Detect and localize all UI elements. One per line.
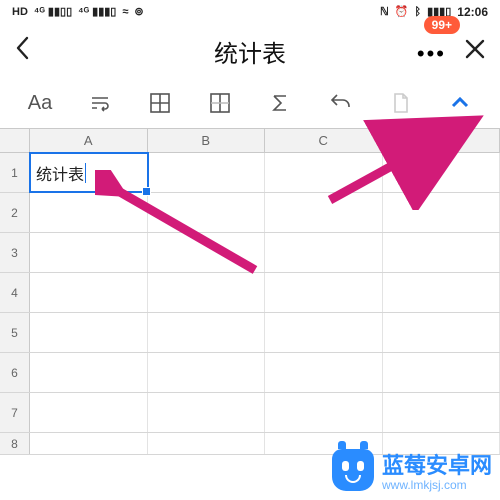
row-header-4[interactable]: 4 <box>0 273 30 312</box>
insert-object-button[interactable] <box>380 85 420 121</box>
column-header-c[interactable]: C <box>265 129 383 152</box>
text-cursor <box>85 163 86 183</box>
borders-all-button[interactable] <box>140 85 180 121</box>
row-header-5[interactable]: 5 <box>0 313 30 352</box>
cell-b1[interactable] <box>148 153 266 192</box>
cell-a4[interactable] <box>30 273 148 312</box>
row-header-3[interactable]: 3 <box>0 233 30 272</box>
watermark-mascot-icon <box>332 449 374 491</box>
cell-d3[interactable] <box>383 233 500 272</box>
signal-2-icon: ⁴ᴳ ▮▮▮▯ <box>78 7 116 18</box>
spreadsheet-grid[interactable]: A B C D 1 统计表 2 3 4 5 6 7 8 <box>0 128 500 455</box>
column-header-a[interactable]: A <box>30 129 148 152</box>
more-menu-button[interactable]: ••• <box>417 37 446 65</box>
wifi-icon: ≈ <box>122 7 128 18</box>
select-all-corner[interactable] <box>0 129 30 152</box>
signal-1-icon: ⁴ᴳ ▮▮▯▯ <box>34 7 72 18</box>
cell-a7[interactable] <box>30 393 148 432</box>
borders-outer-button[interactable] <box>200 85 240 121</box>
column-header-d[interactable]: D <box>383 129 500 152</box>
format-toolbar: Aa <box>0 78 500 128</box>
column-header-b[interactable]: B <box>148 129 266 152</box>
row-header-6[interactable]: 6 <box>0 353 30 392</box>
wrap-text-button[interactable] <box>80 85 120 121</box>
row-header-2[interactable]: 2 <box>0 193 30 232</box>
alarm-icon: ⏰ <box>395 7 409 18</box>
cell-c1[interactable] <box>265 153 383 192</box>
document-title: 统计表 <box>214 34 286 69</box>
cell-c5[interactable] <box>265 313 383 352</box>
clock: 12:06 <box>457 5 488 19</box>
cell-b3[interactable] <box>148 233 266 272</box>
cell-a1-value: 统计表 <box>36 161 84 185</box>
undo-button[interactable] <box>320 85 360 121</box>
cell-b2[interactable] <box>148 193 266 232</box>
cell-a6[interactable] <box>30 353 148 392</box>
cell-c7[interactable] <box>265 393 383 432</box>
font-style-button[interactable]: Aa <box>20 85 60 121</box>
cell-c2[interactable] <box>265 193 383 232</box>
notification-badge[interactable]: 99+ <box>424 16 460 34</box>
cell-b4[interactable] <box>148 273 266 312</box>
cell-d4[interactable] <box>383 273 500 312</box>
cell-c4[interactable] <box>265 273 383 312</box>
sum-button[interactable] <box>260 85 300 121</box>
cell-d7[interactable] <box>383 393 500 432</box>
row-header-1[interactable]: 1 <box>0 153 30 192</box>
bluetooth-icon: ᛒ <box>414 7 421 18</box>
cell-a1[interactable]: 统计表 <box>30 153 148 192</box>
row-header-8[interactable]: 8 <box>0 433 30 454</box>
cell-d5[interactable] <box>383 313 500 352</box>
cell-d2[interactable] <box>383 193 500 232</box>
cell-b8[interactable] <box>148 433 266 454</box>
title-bar: 统计表 99+ ••• <box>0 24 500 78</box>
cell-a8[interactable] <box>30 433 148 454</box>
watermark: 蓝莓安卓网 www.lmkjsj.com <box>332 448 492 492</box>
expand-toolbar-button[interactable] <box>440 85 480 121</box>
hotspot-icon: ⊚ <box>134 7 143 18</box>
close-button[interactable] <box>464 36 486 67</box>
cell-a3[interactable] <box>30 233 148 272</box>
cell-b7[interactable] <box>148 393 266 432</box>
cell-c3[interactable] <box>265 233 383 272</box>
back-button[interactable] <box>14 35 32 68</box>
nfc-icon: ℕ <box>380 7 389 18</box>
cell-b5[interactable] <box>148 313 266 352</box>
watermark-url: www.lmkjsj.com <box>382 478 492 492</box>
cell-d1[interactable] <box>383 153 500 192</box>
hd-indicator: HD <box>12 7 28 18</box>
cell-a2[interactable] <box>30 193 148 232</box>
cell-a5[interactable] <box>30 313 148 352</box>
row-header-7[interactable]: 7 <box>0 393 30 432</box>
cell-d6[interactable] <box>383 353 500 392</box>
cell-c6[interactable] <box>265 353 383 392</box>
watermark-title: 蓝莓安卓网 <box>382 453 492 478</box>
cell-b6[interactable] <box>148 353 266 392</box>
